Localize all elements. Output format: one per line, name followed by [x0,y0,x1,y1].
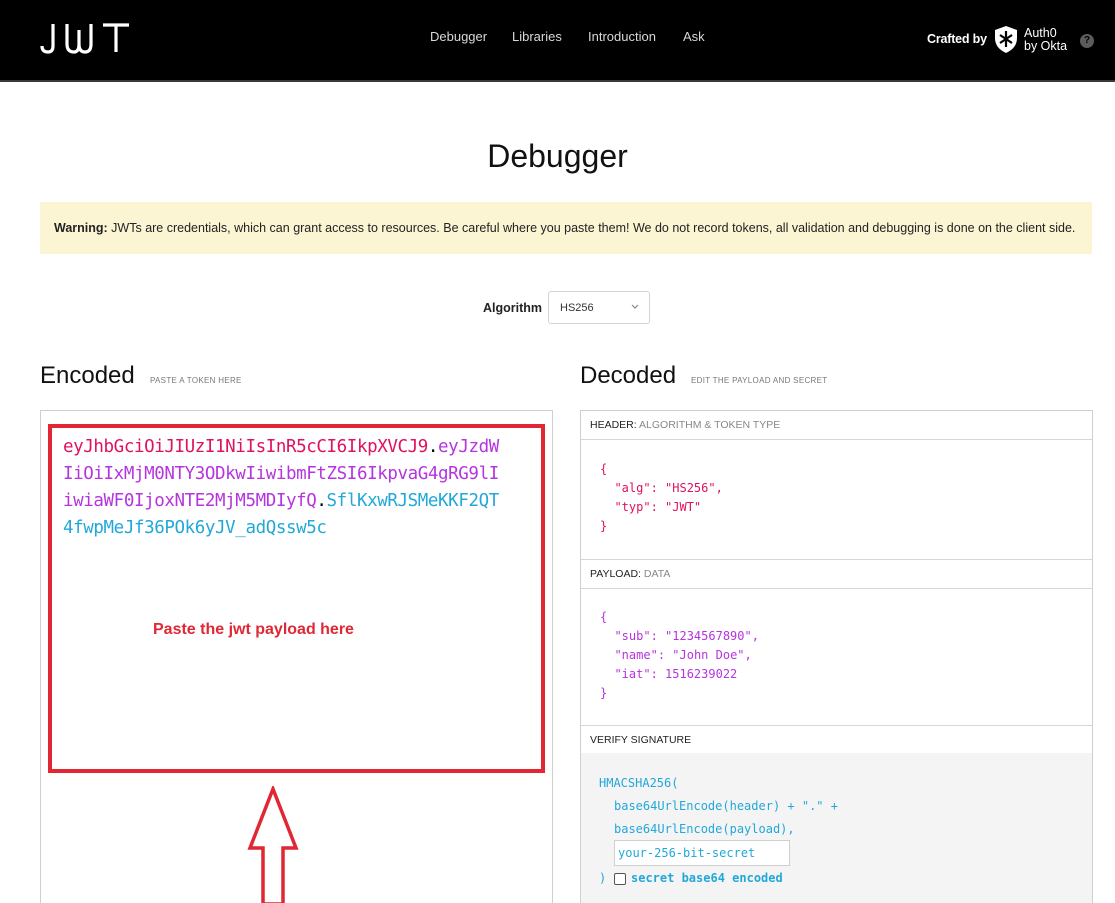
header-label: HEADER: [590,419,637,431]
warning-banner: Warning: JWTs are credentials, which can… [40,202,1092,254]
sig-close-paren: ) [599,871,607,885]
warning-label: Warning: [54,221,108,235]
sig-line-payload: base64UrlEncode(payload), [614,822,795,836]
payload-label: PAYLOAD: [590,568,641,580]
decoded-title: Decoded [580,362,677,389]
algorithm-label: Algorithm [483,301,543,315]
encoded-token-text[interactable]: eyJhbGciOiJIUzI1NiIsInR5cCI6IkpXVCJ9.eyJ… [63,434,503,542]
nav-introduction[interactable]: Introduction [588,29,656,44]
header-json-editor[interactable]: { "alg": "HS256", "typ": "JWT" } [600,460,723,536]
payload-section-label: PAYLOAD: DATA [581,560,1092,589]
token-header-part: eyJhbGciOiJIUzI1NiIsInR5cCI6IkpXVCJ9 [63,437,428,457]
warning-text: JWTs are credentials, which can grant ac… [107,221,1076,235]
header-section-label: HEADER: ALGORITHM & TOKEN TYPE [581,411,1092,440]
encoded-title: Encoded [40,362,135,389]
json-key: "iat" [614,667,651,681]
json-value: "1234567890" [665,629,752,643]
json-brace: { [600,462,608,476]
chevron-down-icon [631,304,639,309]
encoded-subtitle: PASTE A TOKEN HERE [150,376,242,385]
page-title: Debugger [487,138,628,174]
algorithm-select[interactable]: HS256 [548,291,650,324]
help-icon[interactable]: ? [1080,34,1094,48]
crafted-by-label: Crafted by [927,32,987,46]
json-value: "John Doe" [672,648,745,662]
auth0-brand[interactable]: Auth0 by Okta [1024,27,1067,53]
json-value: 1516239022 [665,667,738,681]
secret-base64-label[interactable]: secret base64 encoded [631,871,783,885]
nav-libraries[interactable]: Libraries [512,29,562,44]
json-value: "HS256" [665,481,716,495]
algorithm-selected-value: HS256 [560,302,594,314]
token-dot: . [316,491,327,511]
secret-input[interactable] [614,840,790,866]
nav-ask[interactable]: Ask [683,29,705,44]
json-brace: { [600,610,608,624]
payload-json-editor[interactable]: { "sub": "1234567890", "name": "John Doe… [600,608,759,703]
decoded-subtitle: EDIT THE PAYLOAD AND SECRET [691,376,828,385]
sig-function: HMACSHA256( [599,776,679,790]
sig-line-header: base64UrlEncode(header) + "." + [614,799,838,813]
header-sublabel: ALGORITHM & TOKEN TYPE [639,419,781,431]
json-value: "JWT" [665,500,702,514]
auth0-line2: by Okta [1024,39,1068,53]
annotation-up-arrow-icon [247,786,299,903]
json-brace: } [600,519,608,533]
annotation-text: Paste the jwt payload here [153,621,354,638]
verify-label: VERIFY SIGNATURE [590,734,692,746]
nav-debugger[interactable]: Debugger [430,29,487,44]
secret-base64-checkbox[interactable] [614,873,626,885]
json-brace: } [600,686,608,700]
token-dot: . [427,437,439,457]
json-key: "alg" [614,481,651,495]
auth0-shield-icon[interactable] [993,25,1019,54]
verify-section-label: VERIFY SIGNATURE [581,726,1092,755]
json-key: "name" [614,648,658,662]
payload-sublabel: DATA [643,568,671,580]
json-key: "sub" [614,629,651,643]
top-navbar: Debugger Libraries Introduction Ask Craf… [0,0,1115,82]
json-key: "typ" [614,500,651,514]
